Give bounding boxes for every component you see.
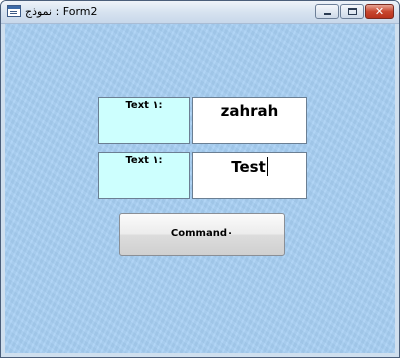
form-app-icon[interactable]	[7, 5, 21, 17]
close-icon: ✕	[374, 5, 385, 18]
text1-label: Text ١:	[125, 100, 163, 111]
window-title: نموذج : Form2	[25, 5, 98, 18]
text1-value: zahrah	[220, 102, 279, 120]
maximize-icon	[348, 8, 357, 15]
text2-label-box: Text ١:	[98, 152, 190, 199]
text1-input[interactable]: zahrah	[192, 97, 307, 144]
text2-value: Test	[231, 158, 266, 176]
minimize-button[interactable]	[315, 4, 339, 19]
form-client-area: Text ١: zahrah Text ١: Test Command٠	[5, 24, 395, 353]
text2-label: Text ١:	[125, 155, 163, 166]
text2-value-wrap: Test	[193, 157, 306, 176]
close-button[interactable]: ✕	[365, 4, 394, 19]
text-caret	[266, 157, 268, 176]
minimize-icon	[324, 13, 331, 15]
command-button[interactable]: Command٠	[119, 213, 285, 256]
maximize-button[interactable]	[340, 4, 364, 19]
text2-input[interactable]: Test	[192, 152, 307, 199]
text1-label-box: Text ١:	[98, 97, 190, 144]
form-window: نموذج : Form2 ✕ Text ١: zahrah Text ١: T…	[0, 0, 400, 358]
title-bar[interactable]: نموذج : Form2 ✕	[1, 1, 399, 24]
command-button-label: Command٠	[170, 228, 234, 239]
